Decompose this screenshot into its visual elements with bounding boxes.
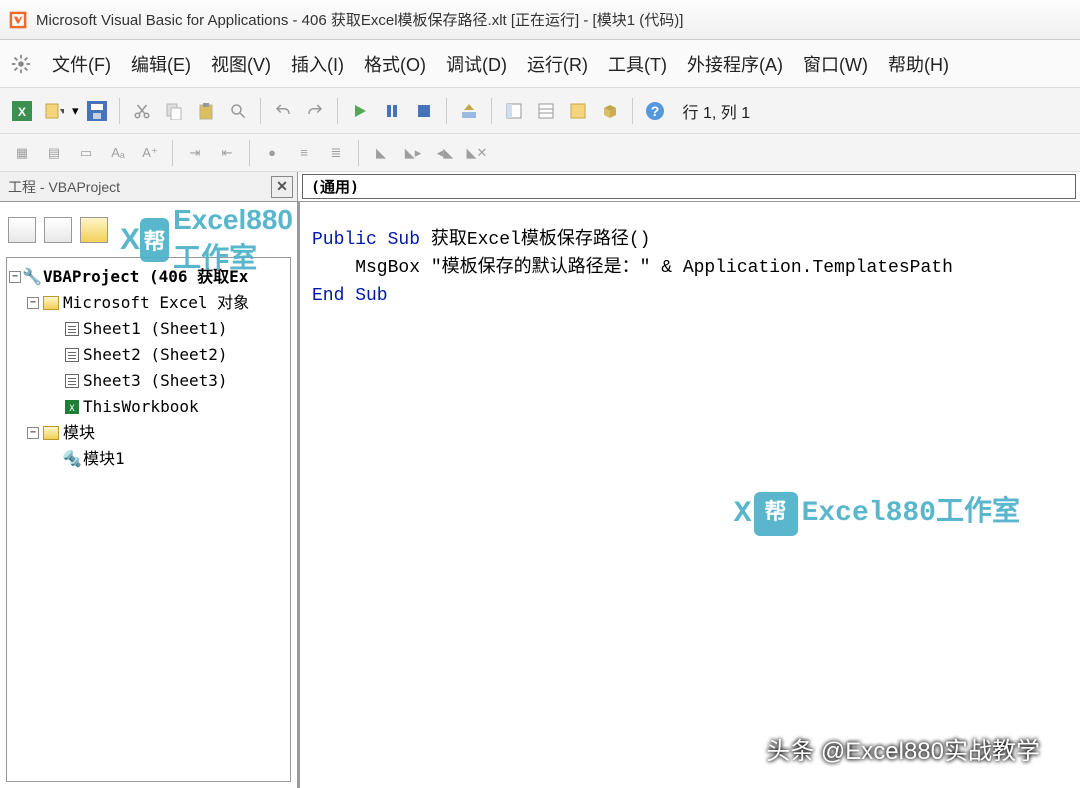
project-pane-title: 工程 - VBAProject [8, 177, 120, 197]
toolbox-icon[interactable] [596, 97, 624, 125]
design-mode-icon[interactable] [455, 97, 483, 125]
find-icon[interactable] [224, 97, 252, 125]
view-code-button[interactable] [8, 217, 36, 243]
next-bookmark-icon: ◣▸ [399, 139, 427, 167]
gear-icon[interactable] [10, 53, 32, 75]
footer-credit: 头条 @Excel880实战教学 [766, 731, 1040, 766]
redo-icon[interactable] [301, 97, 329, 125]
code-pane: (通用) Public Sub 获取Excel模板保存路径() MsgBox "… [298, 172, 1080, 788]
object-browser-icon[interactable] [564, 97, 592, 125]
menu-addins[interactable]: 外接程序(A) [687, 51, 783, 77]
svg-text:X: X [69, 404, 75, 414]
watermark-text: Excel880工作室 [173, 204, 308, 276]
vba-app-icon [8, 10, 28, 30]
code-editor[interactable]: Public Sub 获取Excel模板保存路径() MsgBox "模板保存的… [298, 202, 1080, 788]
tree-modules[interactable]: −模块 [9, 420, 288, 446]
watermark-badge: 帮 [140, 218, 169, 262]
close-icon[interactable]: ✕ [271, 176, 293, 198]
project-tree[interactable]: −🔧VBAProject (406 获取Ex −Microsoft Excel … [6, 257, 291, 782]
undo-icon[interactable] [269, 97, 297, 125]
svg-text:?: ? [650, 103, 659, 119]
view-object-button[interactable] [44, 217, 72, 243]
menu-run[interactable]: 运行(R) [527, 51, 588, 77]
save-icon[interactable] [83, 97, 111, 125]
menu-tools[interactable]: 工具(T) [608, 51, 667, 77]
prev-bookmark-icon: ◂◣ [431, 139, 459, 167]
object-dropdown[interactable]: (通用) [302, 174, 1076, 199]
menu-window[interactable]: 窗口(W) [803, 51, 868, 77]
title-bar: Microsoft Visual Basic for Applications … [0, 0, 1080, 40]
excel-icon[interactable]: X [8, 97, 36, 125]
parameter-info-icon: Aₐ [104, 139, 132, 167]
paste-icon[interactable] [192, 97, 220, 125]
properties-icon[interactable] [532, 97, 560, 125]
main-toolbar: X ▾ ? 行 1, 列 1 [0, 88, 1080, 134]
tree-sheet1[interactable]: Sheet1 (Sheet1) [9, 316, 288, 342]
uncomment-icon: ≣ [322, 139, 350, 167]
complete-word-icon: A⁺ [136, 139, 164, 167]
menu-format[interactable]: 格式(O) [364, 51, 426, 77]
pause-icon[interactable] [378, 97, 406, 125]
project-explorer-pane: 工程 - VBAProject ✕ X 帮 Excel880工作室 −🔧VBAP… [0, 172, 298, 788]
stop-icon[interactable] [410, 97, 438, 125]
comment-icon: ≡ [290, 139, 318, 167]
tree-thisworkbook[interactable]: XThisWorkbook [9, 394, 288, 420]
cursor-position: 行 1, 列 1 [683, 99, 751, 123]
indent-icon: ⇥ [181, 139, 209, 167]
watermark-x-icon: X [734, 500, 752, 528]
menu-debug[interactable]: 调试(D) [446, 51, 507, 77]
list-properties-icon: ▦ [8, 139, 36, 167]
project-explorer-icon[interactable] [500, 97, 528, 125]
cut-icon[interactable] [128, 97, 156, 125]
run-icon[interactable] [346, 97, 374, 125]
outdent-icon: ⇤ [213, 139, 241, 167]
watermark-text: Excel880工作室 [802, 500, 1020, 528]
menu-view[interactable]: 视图(V) [211, 51, 271, 77]
svg-text:X: X [18, 105, 26, 119]
tree-sheet3[interactable]: Sheet3 (Sheet3) [9, 368, 288, 394]
clear-bookmark-icon: ◣✕ [463, 139, 491, 167]
menu-edit[interactable]: 编辑(E) [131, 51, 191, 77]
menu-insert[interactable]: 插入(I) [291, 51, 344, 77]
bookmark-icon: ◣ [367, 139, 395, 167]
tree-sheet2[interactable]: Sheet2 (Sheet2) [9, 342, 288, 368]
quick-info-icon: ▭ [72, 139, 100, 167]
copy-icon[interactable] [160, 97, 188, 125]
menu-bar: 文件(F) 编辑(E) 视图(V) 插入(I) 格式(O) 调试(D) 运行(R… [0, 40, 1080, 88]
help-icon[interactable]: ? [641, 97, 669, 125]
insert-dropdown-icon[interactable] [40, 97, 68, 125]
list-constants-icon: ▤ [40, 139, 68, 167]
tree-module1[interactable]: 🔩模块1 [9, 446, 288, 472]
menu-file[interactable]: 文件(F) [52, 51, 111, 77]
edit-toolbar: ▦ ▤ ▭ Aₐ A⁺ ⇥ ⇤ ● ≡ ≣ ◣ ◣▸ ◂◣ ◣✕ [0, 134, 1080, 172]
toggle-folders-button[interactable] [80, 217, 108, 243]
window-title: Microsoft Visual Basic for Applications … [36, 9, 683, 30]
breakpoint-icon: ● [258, 139, 286, 167]
watermark-x-icon: X [120, 223, 140, 257]
tree-excel-objects[interactable]: −Microsoft Excel 对象 [9, 290, 288, 316]
menu-help[interactable]: 帮助(H) [888, 51, 949, 77]
watermark-badge: 帮 [754, 492, 798, 536]
